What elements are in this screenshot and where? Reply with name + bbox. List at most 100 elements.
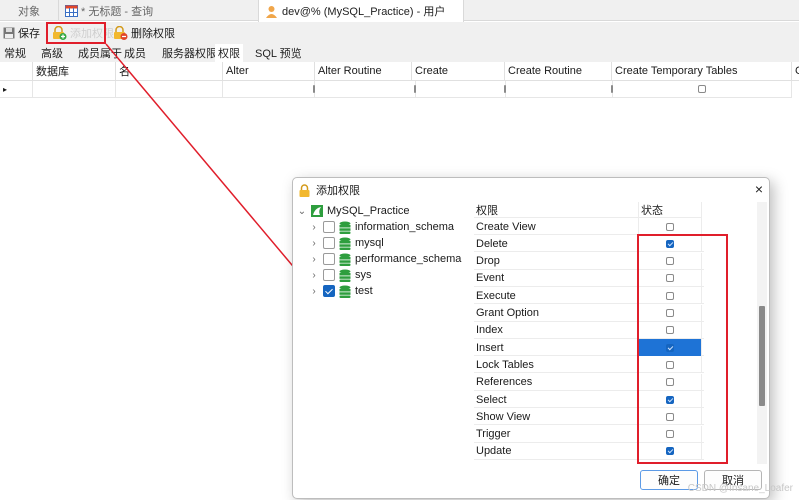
privilege-name: Show View xyxy=(476,410,531,423)
privilege-state-cell[interactable] xyxy=(638,408,702,426)
database-icon xyxy=(339,221,351,234)
privilege-state-cell[interactable] xyxy=(638,252,702,270)
tree-item-label: test xyxy=(355,285,373,297)
privilege-name: Create View xyxy=(476,220,536,233)
chevron-right-icon[interactable]: › xyxy=(309,254,319,265)
privilege-name: Lock Tables xyxy=(476,358,534,371)
privilege-name: Insert xyxy=(476,341,504,354)
tree-item-label: information_schema xyxy=(355,221,455,233)
privilege-row[interactable]: Update xyxy=(474,442,704,460)
privilege-name: Grant Option xyxy=(476,307,539,319)
privilege-name: Index xyxy=(476,324,503,337)
database-icon xyxy=(339,285,351,298)
privilege-name: Drop xyxy=(476,255,500,268)
privilege-state-cell[interactable] xyxy=(638,442,702,460)
privilege-row[interactable]: Create View xyxy=(474,218,704,235)
tree-root[interactable]: ⌄ MySQL_Practice xyxy=(297,203,410,219)
header-label: 状态 xyxy=(641,204,663,217)
tree-item-information-schema[interactable]: › information_schema xyxy=(309,219,454,235)
privilege-state-cell[interactable] xyxy=(638,373,702,391)
tree-item-test[interactable]: › test xyxy=(309,283,373,299)
ok-label: 确定 xyxy=(658,475,680,487)
privilege-state-cell[interactable] xyxy=(638,218,702,235)
privilege-row[interactable]: Drop xyxy=(474,252,704,270)
privilege-state-cell[interactable] xyxy=(638,287,702,305)
tree-root-label: MySQL_Practice xyxy=(327,205,410,217)
checkbox-unchecked[interactable] xyxy=(666,360,674,369)
privilege-name: Delete xyxy=(476,237,508,250)
dialog-title: 添加权限 xyxy=(316,185,360,197)
privilege-name: Execute xyxy=(476,289,516,302)
privilege-row[interactable]: Grant Option xyxy=(474,304,704,322)
tree-item-performance-schema[interactable]: › performance_schema xyxy=(309,251,461,267)
checkbox-unchecked[interactable] xyxy=(666,222,674,231)
tree-checkbox[interactable] xyxy=(323,253,335,265)
tree-checkbox[interactable] xyxy=(323,269,335,281)
privilege-state-cell[interactable] xyxy=(638,391,702,408)
privilege-name: Event xyxy=(476,272,505,285)
tree-item-sys[interactable]: › sys xyxy=(309,267,372,283)
privilege-name: Trigger xyxy=(476,428,511,441)
privilege-name: Select xyxy=(476,393,507,406)
close-button[interactable]: × xyxy=(755,181,763,197)
dialog-title-bar: 添加权限 xyxy=(299,182,360,198)
privilege-row[interactable]: Insert xyxy=(474,339,704,357)
privilege-row[interactable]: Event xyxy=(474,269,704,287)
privilege-state-cell[interactable] xyxy=(638,321,702,339)
checkbox-unchecked[interactable] xyxy=(666,430,674,439)
chevron-right-icon[interactable]: › xyxy=(309,238,319,249)
checkbox-unchecked[interactable] xyxy=(666,378,674,387)
privilege-row[interactable]: Show View xyxy=(474,408,704,426)
tree-checkbox[interactable] xyxy=(323,237,335,249)
vertical-scrollbar[interactable] xyxy=(757,202,767,464)
checkbox-checked[interactable] xyxy=(666,343,674,352)
privilege-row[interactable]: Index xyxy=(474,321,704,339)
privilege-row[interactable]: Select xyxy=(474,391,704,408)
privilege-name: Update xyxy=(476,445,512,458)
database-icon xyxy=(339,237,351,250)
state-header: 状态 xyxy=(638,202,702,218)
add-privilege-dialog: 添加权限 × ⌄ MySQL_Practice › information_sc… xyxy=(292,177,770,499)
mysql-connection-icon xyxy=(311,205,323,217)
database-icon xyxy=(339,253,351,266)
checkbox-unchecked[interactable] xyxy=(666,309,674,317)
tree-item-label: sys xyxy=(355,269,372,281)
privilege-state-cell[interactable] xyxy=(638,339,702,357)
checkbox-unchecked[interactable] xyxy=(666,291,674,300)
chevron-right-icon[interactable]: › xyxy=(309,270,319,281)
chevron-right-icon[interactable]: › xyxy=(309,222,319,233)
database-icon xyxy=(339,269,351,282)
tree-checkbox[interactable] xyxy=(323,221,335,233)
checkbox-unchecked[interactable] xyxy=(666,274,674,283)
privilege-row[interactable]: Delete xyxy=(474,235,704,253)
checkbox-checked[interactable] xyxy=(666,239,674,248)
watermark: CSDN @Insane_Loafer xyxy=(687,483,793,494)
privileges-header: 权限 xyxy=(474,202,638,218)
scrollbar-thumb[interactable] xyxy=(759,306,765,406)
privilege-row[interactable]: Trigger xyxy=(474,425,704,443)
privilege-state-cell[interactable] xyxy=(638,235,702,253)
privilege-state-cell[interactable] xyxy=(638,269,702,287)
checkbox-unchecked[interactable] xyxy=(666,326,674,335)
chevron-right-icon[interactable]: › xyxy=(309,286,319,297)
arrow-line xyxy=(105,43,314,291)
tree-checkbox[interactable] xyxy=(323,285,335,297)
tree-item-label: performance_schema xyxy=(355,253,462,265)
privilege-state-cell[interactable] xyxy=(638,425,702,443)
checkbox-unchecked[interactable] xyxy=(666,257,674,266)
privilege-row[interactable]: References xyxy=(474,373,704,391)
privilege-name: References xyxy=(476,376,533,389)
close-icon: × xyxy=(754,181,763,197)
lock-icon xyxy=(299,183,310,197)
header-label: 权限 xyxy=(476,204,498,217)
checkbox-checked[interactable] xyxy=(666,395,674,404)
privilege-row[interactable]: Lock Tables xyxy=(474,356,704,374)
privilege-state-cell[interactable] xyxy=(638,356,702,374)
tree-item-mysql[interactable]: › mysql xyxy=(309,235,384,251)
checkbox-checked[interactable] xyxy=(666,447,674,456)
tree-item-label: mysql xyxy=(355,237,384,249)
chevron-down-icon[interactable]: ⌄ xyxy=(297,206,307,217)
privilege-row[interactable]: Execute xyxy=(474,287,704,305)
privilege-state-cell[interactable] xyxy=(638,304,702,322)
checkbox-unchecked[interactable] xyxy=(666,412,674,421)
